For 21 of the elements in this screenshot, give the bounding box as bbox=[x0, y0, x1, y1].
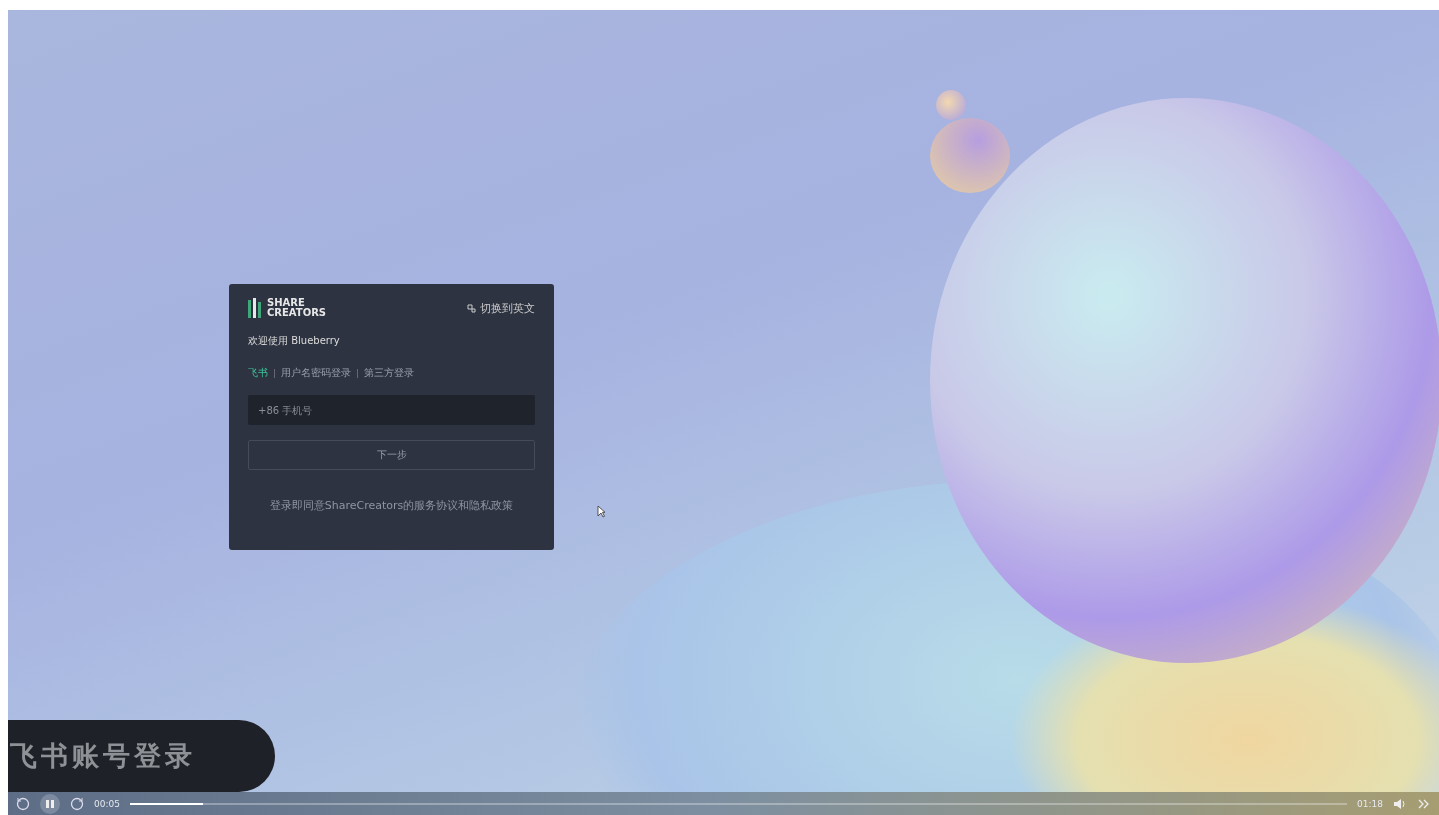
caption-text: 飞书账号登录 bbox=[9, 739, 196, 773]
pause-icon bbox=[45, 798, 55, 809]
pause-button[interactable] bbox=[40, 793, 60, 814]
terms-text: 登录即同意ShareCreators的服务协议和隐私政策 bbox=[268, 498, 515, 513]
logo-text: SHARE CREATORS bbox=[267, 298, 328, 318]
phone-field[interactable]: +86 手机号 bbox=[248, 395, 535, 425]
login-tab[interactable]: 用户名密码登录 bbox=[281, 366, 351, 380]
volume-icon[interactable] bbox=[1393, 797, 1407, 810]
cursor-icon bbox=[597, 505, 606, 518]
duration-time: 01:18 bbox=[1357, 798, 1383, 809]
language-link[interactable]: 切换到英文 bbox=[480, 300, 535, 316]
welcome-text: 欢迎使用 Blueberry bbox=[248, 334, 341, 348]
progress-track[interactable] bbox=[129, 802, 1348, 805]
rewind-icon[interactable] bbox=[16, 796, 30, 811]
forward-icon[interactable] bbox=[70, 796, 84, 811]
bars-icon bbox=[248, 298, 264, 318]
double-chevron-icon[interactable] bbox=[1417, 798, 1431, 809]
current-time: 00:05 bbox=[94, 798, 120, 809]
login-tab[interactable]: 第三方登录 bbox=[364, 366, 414, 380]
next-button[interactable]: 下一步 bbox=[248, 440, 535, 470]
login-tab[interactable]: 飞书 bbox=[248, 366, 268, 380]
